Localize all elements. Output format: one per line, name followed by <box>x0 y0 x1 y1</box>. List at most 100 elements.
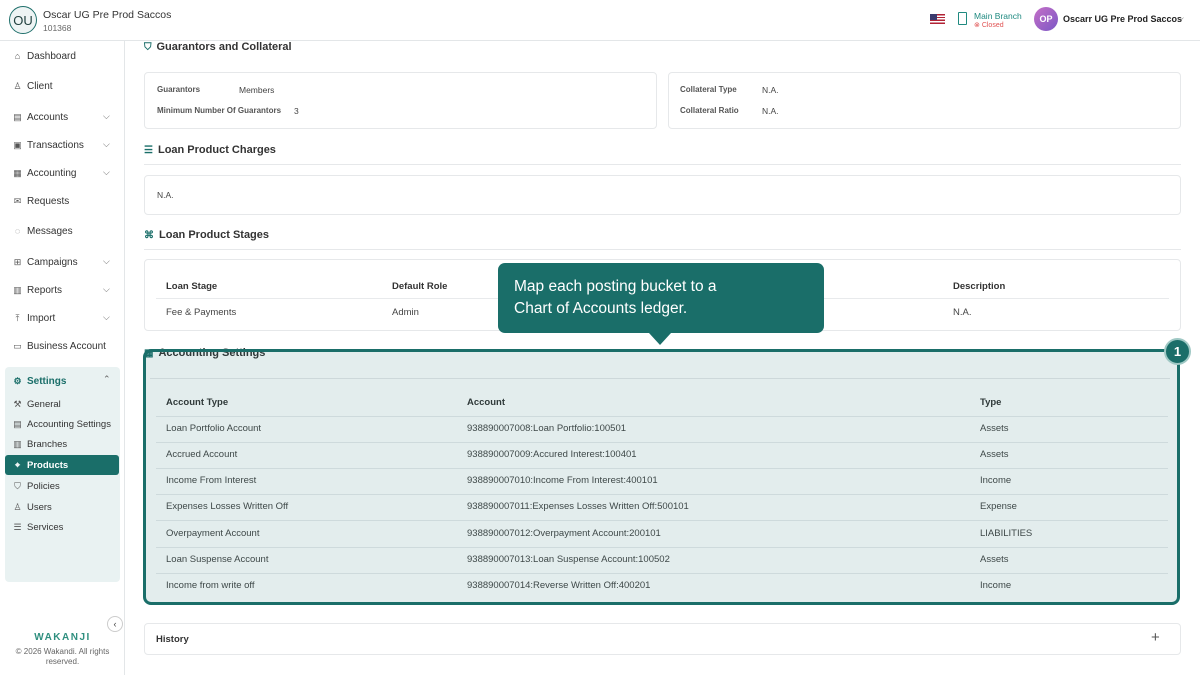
min-guarantors-label: Minimum Number Of Guarantors <box>157 106 282 115</box>
section-title-text: Loan Product Stages <box>159 229 270 241</box>
sidebar-item-accounting[interactable]: ▦ Accounting <box>12 166 76 180</box>
chevron-left-icon: ‹ <box>113 619 117 629</box>
chevron-down-icon[interactable]: ⌵ <box>103 284 110 295</box>
sidebar-item-label: Reports <box>27 284 63 296</box>
guarantors-card: Guarantors Members Minimum Number Of Gua… <box>144 72 657 129</box>
settings-item-accounting-settings[interactable]: ▤ Accounting Settings <box>12 417 111 431</box>
ledger-icon: ▤ <box>13 418 22 429</box>
sidebar-item-messages[interactable]: ◌ Messages <box>12 224 73 238</box>
sidebar-item-settings[interactable]: ⚙ Settings <box>12 374 66 388</box>
guarantors-label: Guarantors <box>157 85 201 94</box>
sidebar-item-label: Messages <box>27 225 73 237</box>
sidebar-item-accounts[interactable]: ▤ Accounts <box>12 110 68 124</box>
stages-section-title: ⌘ Loan Product Stages <box>144 229 269 241</box>
cash-icon: ▣ <box>13 139 22 150</box>
avatar[interactable]: OP <box>1034 7 1058 31</box>
settings-item-users[interactable]: ♙ Users <box>12 500 52 514</box>
chevron-down-icon[interactable]: ⌵ <box>103 312 110 323</box>
section-title-text: Guarantors and Collateral <box>156 41 292 53</box>
column-header: Loan Stage <box>166 281 218 292</box>
collateral-ratio-label: Collateral Ratio <box>680 106 739 115</box>
shield-icon: ⛉ <box>14 480 21 491</box>
sidebar-item-campaigns[interactable]: ⊞ Campaigns <box>12 255 78 269</box>
sidebar-item-dashboard[interactable]: ⌂ Dashboard <box>12 49 76 63</box>
column-header: Description <box>953 281 1006 292</box>
chevron-down-icon[interactable]: ⌵ <box>103 111 110 122</box>
building-icon <box>958 12 967 25</box>
sidebar-item-label: Dashboard <box>27 50 76 62</box>
list-icon: ☰ <box>144 144 153 156</box>
collateral-type-label: Collateral Type <box>680 85 737 94</box>
org-logo[interactable]: OU <box>9 6 37 34</box>
chevron-up-icon[interactable]: ⌃ <box>103 374 111 385</box>
settings-item-label: Branches <box>27 438 68 450</box>
sidebar-item-client[interactable]: ♙ Client <box>12 79 53 93</box>
hierarchy-icon: ⌘ <box>144 229 154 241</box>
divider <box>144 249 1181 250</box>
shield-icon: ⛉ <box>144 41 152 53</box>
branch-status: ⊗ Closed <box>974 22 1004 29</box>
section-title-text: Loan Product Charges <box>157 144 276 156</box>
column-header: Default Role <box>392 281 448 292</box>
sidebar: ⌂ Dashboard ♙ Client ▤ Accounts ⌵ ▣ Transact… <box>0 41 125 675</box>
sidebar-item-label: Accounts <box>27 111 69 123</box>
chevron-down-icon[interactable]: ⌵ <box>1177 13 1184 24</box>
collapse-sidebar-button[interactable]: ‹ <box>107 616 123 632</box>
user-name[interactable]: Oscarr UG Pre Prod Saccos <box>1063 14 1182 24</box>
settings-item-policies[interactable]: ⛉ Policies <box>12 479 60 493</box>
chevron-down-icon[interactable]: ⌵ <box>103 256 110 267</box>
plus-icon[interactable]: + <box>1151 629 1160 646</box>
settings-item-services[interactable]: ☰ Services <box>12 520 63 534</box>
history-accordion[interactable]: History + <box>144 623 1181 655</box>
sidebar-item-label: Transactions <box>27 139 84 151</box>
book-icon: ▦ <box>13 167 22 178</box>
sidebar-item-label: Settings <box>27 375 67 387</box>
guarantors-section-title: ⛉ Guarantors and Collateral <box>144 41 292 53</box>
settings-item-label: Services <box>27 521 64 533</box>
sidebar-item-reports[interactable]: ▥ Reports <box>12 283 62 297</box>
settings-item-general[interactable]: ⚒ General <box>12 397 60 411</box>
users-icon: ♙ <box>13 501 22 512</box>
copyright: © 2026 Wakandi. All rights reserved. <box>15 647 110 666</box>
chevron-down-icon[interactable]: ⌵ <box>103 139 110 150</box>
grid-icon: ⊞ <box>13 256 22 267</box>
sidebar-item-label: Import <box>27 312 56 324</box>
sidebar-item-label: Business Account <box>27 340 106 352</box>
tooltip-line-1: Map each posting bucket to a <box>514 278 717 295</box>
charges-value: N.A. <box>157 190 174 200</box>
sidebar-item-label: Campaigns <box>27 256 78 268</box>
wallet-icon: ▤ <box>13 111 22 122</box>
wrench-icon: ⚒ <box>13 398 22 409</box>
mail-icon: ✉ <box>13 195 22 206</box>
settings-item-products[interactable]: ⌖ Products <box>5 455 119 475</box>
branch-status-text: Closed <box>981 22 1004 29</box>
sidebar-item-business-account[interactable]: ▭ Business Account <box>12 339 106 353</box>
chevron-down-icon[interactable]: ⌵ <box>103 167 110 178</box>
guide-tooltip: Map each posting bucket to a Chart of Ac… <box>498 263 824 345</box>
collateral-type-value: N.A. <box>762 85 779 95</box>
us-flag-icon[interactable] <box>930 14 945 24</box>
settings-item-label: Users <box>27 501 52 513</box>
branch-name[interactable]: Main Branch <box>974 11 1022 21</box>
settings-item-label: Policies <box>27 480 60 492</box>
sidebar-item-import[interactable]: ⤒ Import <box>12 311 56 325</box>
home-icon: ⌂ <box>14 51 21 61</box>
settings-item-label: Accounting Settings <box>27 418 111 430</box>
tag-icon: ⌖ <box>14 459 21 470</box>
settings-item-branches[interactable]: ▥ Branches <box>12 437 67 451</box>
table-cell: Fee & Payments <box>166 307 237 318</box>
sidebar-item-label: Client <box>27 80 53 92</box>
sidebar-item-requests[interactable]: ✉ Requests <box>12 194 70 208</box>
guarantors-value: Members <box>239 85 275 95</box>
accounting-highlight <box>143 349 1180 605</box>
top-header: OU Oscar UG Pre Prod Saccos 101368 Main … <box>0 0 1200 41</box>
sidebar-item-transactions[interactable]: ▣ Transactions <box>12 138 84 152</box>
settings-item-label: Products <box>27 459 69 471</box>
briefcase-icon: ▭ <box>13 340 22 351</box>
org-name: Oscar UG Pre Prod Saccos <box>43 9 172 21</box>
divider <box>144 164 1181 165</box>
charges-card: N.A. <box>144 175 1181 215</box>
step-badge: 1 <box>1164 338 1191 365</box>
building-icon: ▥ <box>13 438 22 449</box>
charges-section-title: ☰ Loan Product Charges <box>144 144 276 156</box>
